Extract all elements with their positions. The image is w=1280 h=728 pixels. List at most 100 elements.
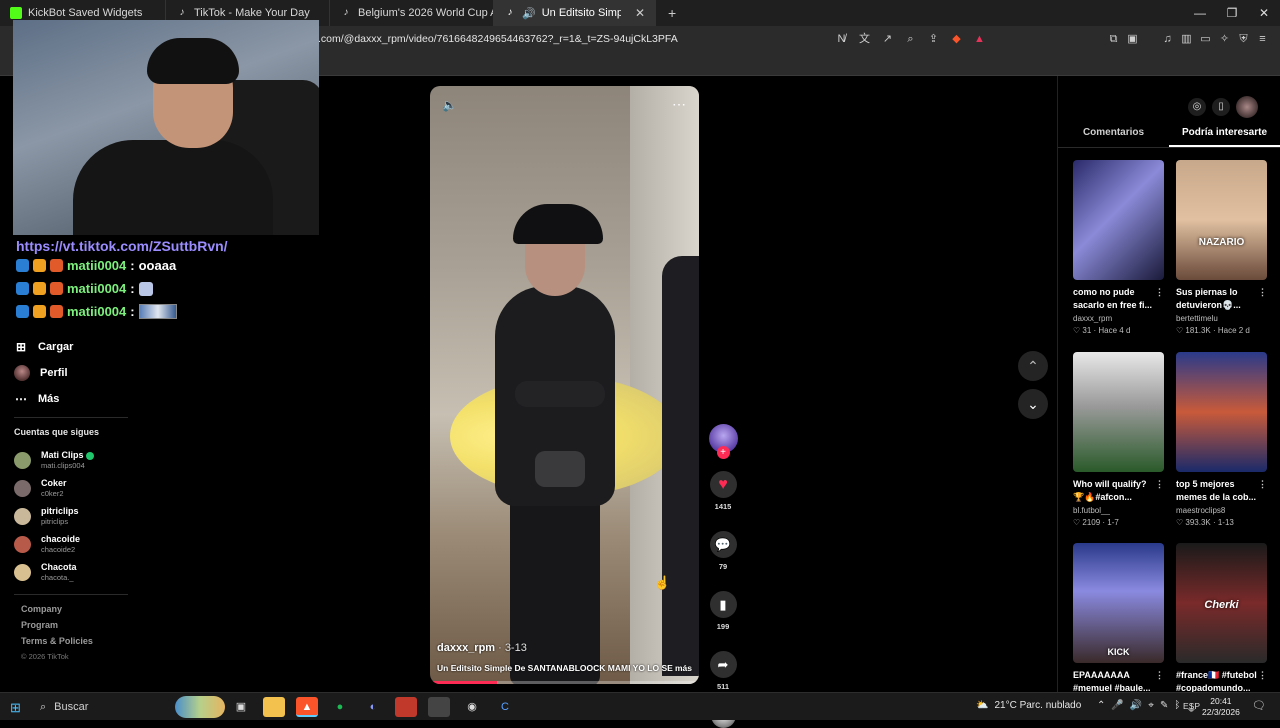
new-tab-button[interactable]: +: [656, 5, 688, 21]
translate-icon[interactable]: 文: [857, 32, 872, 47]
card-author[interactable]: bl.futbol__: [1073, 506, 1164, 515]
brave-rewards-icon[interactable]: ▲: [972, 32, 987, 47]
leo-ai-icon[interactable]: ✧: [1217, 32, 1232, 47]
video-progress-bar[interactable]: [430, 681, 699, 684]
caption-more-button[interactable]: más: [675, 663, 692, 673]
share-icon[interactable]: ⇪: [926, 32, 941, 47]
tab-recommended[interactable]: Podría interesarte: [1169, 122, 1280, 147]
following-account[interactable]: pitriclips pitriclips: [14, 502, 94, 530]
spotify-icon[interactable]: ●: [329, 697, 351, 717]
video-card[interactable]: NAZARIO Sus piernas lo detuvieron💀... ⋮ b…: [1176, 160, 1267, 335]
weather-widget[interactable]: ⛅ 21°C Parc. nublado: [976, 700, 1081, 711]
card-author[interactable]: bertettimelu: [1176, 314, 1267, 323]
tab-comments[interactable]: Comentarios: [1058, 122, 1169, 147]
more-options-icon[interactable]: ⋯: [672, 96, 687, 113]
kebab-icon[interactable]: ⋮: [1155, 669, 1164, 682]
previous-video-button[interactable]: ⌃: [1018, 351, 1048, 381]
obs-icon[interactable]: ◉: [461, 697, 483, 717]
language-indicator[interactable]: ESP: [1183, 701, 1200, 711]
chevron-up-icon[interactable]: ⌃: [1097, 700, 1105, 715]
like-button[interactable]: ♥: [709, 471, 737, 498]
browser-tab-active-video[interactable]: ♪ 🔊 Un Editsito Simple De SANTAN ✕: [494, 0, 656, 26]
following-account[interactable]: Mati Clips mati.clips004: [14, 446, 94, 474]
video-author[interactable]: daxxx_rpm · 3-13: [437, 642, 527, 654]
footer-link-terms[interactable]: Terms & Policies: [21, 636, 93, 652]
no-tracking-icon[interactable]: N̸: [834, 32, 849, 47]
following-account[interactable]: chacoide chacoide2: [14, 530, 94, 558]
kick-favicon-icon: [10, 7, 22, 19]
menu-icon[interactable]: ≡: [1255, 32, 1270, 47]
video-card[interactable]: Cherki #france🇫🇷 #futebol #copadomundo..…: [1176, 543, 1267, 695]
subscriber-badge-icon: [33, 282, 46, 295]
notifications-icon[interactable]: 🗨: [1252, 699, 1266, 712]
pen-icon[interactable]: ✎: [1160, 700, 1168, 715]
clock[interactable]: 20:41 22/3/2026: [1202, 696, 1240, 718]
device-icon[interactable]: ▯: [1212, 98, 1230, 116]
vpn-icon[interactable]: ⛨: [1236, 32, 1251, 47]
comment-button[interactable]: 💬: [709, 531, 737, 558]
creator-avatar[interactable]: +: [708, 424, 738, 459]
following-account[interactable]: Chacota chacota._: [14, 558, 94, 586]
footer-link-program[interactable]: Program: [21, 620, 93, 636]
task-view-icon[interactable]: ▣: [230, 697, 252, 717]
share-button[interactable]: ➦: [709, 651, 737, 678]
account-name: Mati Clips: [41, 450, 84, 460]
card-title: #france🇫🇷 #futebol #copadomundo...: [1176, 670, 1257, 693]
zoom-icon[interactable]: ⌕: [903, 32, 918, 47]
follow-plus-icon[interactable]: +: [716, 446, 730, 459]
windows-start-icon[interactable]: ⊞: [10, 700, 21, 716]
close-tab-icon[interactable]: ✕: [635, 6, 645, 20]
gift-badge-icon: [50, 282, 63, 295]
file-explorer-icon[interactable]: [263, 697, 285, 717]
bluetooth-icon[interactable]: ᛒ: [1174, 700, 1180, 715]
next-video-button[interactable]: ⌄: [1018, 389, 1048, 419]
nav-more[interactable]: ⋯ Más: [14, 386, 73, 412]
user-avatar[interactable]: [1236, 96, 1258, 118]
microphone-icon[interactable]: 🎤: [1111, 700, 1123, 715]
discord-icon[interactable]: ◐: [362, 697, 384, 717]
app-icon[interactable]: C: [494, 697, 516, 717]
app-icon[interactable]: [428, 697, 450, 717]
more-icon: ⋯: [15, 392, 27, 406]
extensions-icon[interactable]: ⧉: [1106, 32, 1121, 47]
brave-browser-icon[interactable]: ▲: [296, 697, 318, 717]
url-field[interactable]: .com/@daxxx_rpm/video/761664824965446376…: [318, 33, 678, 45]
brave-shield-icon[interactable]: ◆: [949, 32, 964, 47]
video-thumbnail: KICK: [1073, 543, 1164, 663]
volume-icon[interactable]: 🔈: [442, 98, 457, 112]
screenshot-icon[interactable]: ▣: [1125, 32, 1140, 47]
kebab-icon[interactable]: ⋮: [1155, 478, 1164, 491]
network-icon[interactable]: ⌖: [1148, 700, 1154, 715]
tiktok-favicon-icon: ♪: [343, 7, 349, 18]
video-card[interactable]: Who will qualify? 🏆🔥#afcon... ⋮ bl.futbol…: [1073, 352, 1164, 527]
sidebar-icon[interactable]: ▥: [1179, 32, 1194, 47]
browser-tab-belgium[interactable]: ♪ Belgium's 2026 World Cup Away Kit:: [330, 0, 494, 26]
close-window-icon[interactable]: ✕: [1248, 0, 1280, 26]
nav-upload[interactable]: ⊞ Cargar: [14, 334, 74, 360]
kebab-icon[interactable]: ⋮: [1258, 286, 1267, 299]
video-card[interactable]: top 5 mejores memes de la cob... ⋮ maestr…: [1176, 352, 1267, 527]
open-external-icon[interactable]: ↗: [880, 32, 895, 47]
tiktok-favicon-icon: ♪: [507, 7, 513, 18]
nav-profile[interactable]: Perfil: [14, 360, 73, 386]
kebab-icon[interactable]: ⋮: [1258, 478, 1267, 491]
voicemeeter-icon[interactable]: [395, 697, 417, 717]
video-card[interactable]: KICK EPAAAAAAA #memuel #baule... ⋮: [1073, 543, 1164, 695]
minimize-icon[interactable]: —: [1184, 0, 1216, 26]
taskbar-search[interactable]: ⌕ Buscar: [30, 696, 225, 718]
wallet-icon[interactable]: ▭: [1198, 32, 1213, 47]
video-player[interactable]: 🔈 ⋯ daxxx_rpm · 3-13 Un Editsito Simple D…: [430, 86, 699, 684]
coin-icon[interactable]: ◎: [1188, 98, 1206, 116]
volume-icon[interactable]: 🔊: [1130, 700, 1142, 715]
media-icon[interactable]: ♫: [1160, 32, 1175, 47]
kebab-icon[interactable]: ⋮: [1155, 286, 1164, 299]
card-author[interactable]: daxxx_rpm: [1073, 314, 1164, 323]
restore-icon[interactable]: ❐: [1216, 0, 1248, 26]
following-account[interactable]: Coker c0ker2: [14, 474, 94, 502]
video-card[interactable]: como no pude sacarlo en free fi... ⋮ daxx…: [1073, 160, 1164, 335]
card-author[interactable]: maestroclips8: [1176, 506, 1267, 515]
kebab-icon[interactable]: ⋮: [1258, 669, 1267, 682]
save-button[interactable]: ▮: [709, 591, 737, 618]
footer-link-company[interactable]: Company: [21, 604, 93, 620]
avatar: [14, 563, 31, 581]
